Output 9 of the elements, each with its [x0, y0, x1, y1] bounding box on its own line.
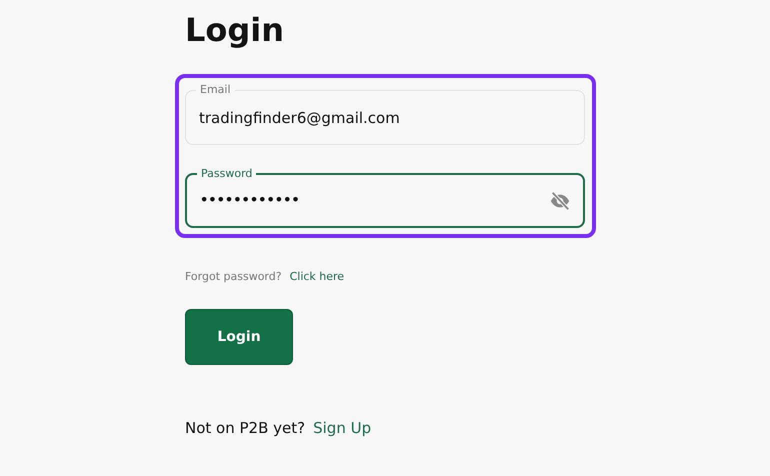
page-title: Login: [185, 10, 286, 50]
forgot-text: Forgot password?: [185, 270, 282, 283]
signup-prompt: Not on P2B yet?: [185, 419, 306, 437]
click-here-link[interactable]: Click here: [290, 270, 344, 283]
sign-up-link[interactable]: Sign Up: [313, 419, 372, 437]
login-button[interactable]: Login: [185, 309, 293, 365]
eye-off-icon[interactable]: [549, 190, 571, 212]
field-value: ••••••••••••: [200, 193, 301, 208]
field-value: tradingfinder6@gmail.com: [199, 108, 401, 126]
